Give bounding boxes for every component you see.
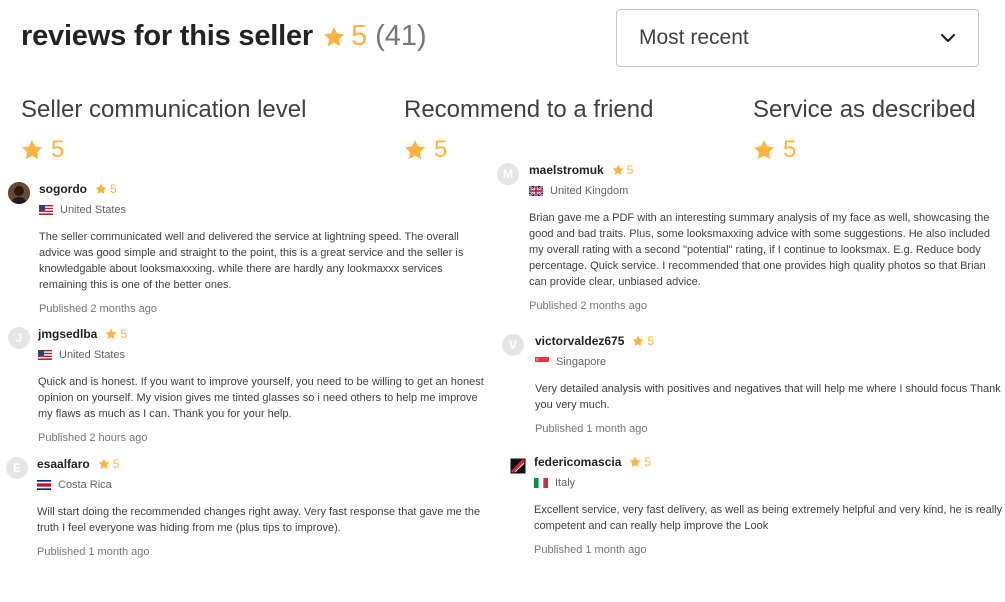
review-rating: 5: [626, 163, 634, 177]
review-rating: 5: [120, 327, 128, 341]
star-icon: [405, 140, 425, 160]
review-published: Published 1 month ago: [535, 423, 648, 435]
star-icon: [105, 328, 117, 339]
review-published: Published 2 months ago: [529, 300, 648, 312]
star-icon: [629, 456, 641, 467]
review-rating: 5: [647, 334, 655, 348]
category-rating: 5: [51, 136, 65, 163]
star-icon: [95, 183, 107, 194]
user-avatar[interactable]: J: [8, 327, 30, 349]
review-username[interactable]: sogordo: [39, 182, 87, 196]
review-header: sogordo 5: [39, 182, 488, 196]
review-country: United States: [38, 349, 488, 361]
page-title: reviews for this seller: [21, 20, 313, 52]
category-score: 5: [21, 136, 306, 164]
review-published: Published 2 hours ago: [38, 432, 148, 444]
review-header: victorvaldez675 5: [535, 334, 1005, 348]
review-country: United States: [39, 204, 488, 216]
category-rating: 5: [783, 136, 797, 163]
category-score: 5: [404, 136, 653, 164]
review-body: victorvaldez675 5 Singapore Very detaile…: [535, 334, 1005, 435]
country-name: United States: [60, 204, 127, 216]
review-text: The seller communicated well and deliver…: [39, 231, 464, 291]
sort-dropdown[interactable]: Most recent: [616, 9, 979, 67]
reviews-header: reviews for this seller 5 (41): [21, 20, 427, 53]
user-photo-icon: [8, 182, 30, 204]
user-avatar[interactable]: [8, 182, 30, 204]
chevron-down-icon: [940, 33, 956, 43]
review-text: Will start doing the recommended changes…: [37, 506, 481, 534]
user-avatar[interactable]: [507, 455, 529, 477]
category-label: Seller communication level: [21, 96, 307, 123]
review-body: jmgsedlba 5 United States Quick and is h…: [38, 327, 488, 444]
country-name: Italy: [555, 477, 576, 489]
us-flag-icon: [39, 205, 53, 215]
review-published: Published 1 month ago: [534, 544, 647, 556]
star-icon: [632, 335, 644, 346]
review-username[interactable]: jmgsedlba: [38, 327, 97, 341]
country-name: United States: [59, 349, 126, 361]
star-icon: [612, 164, 624, 175]
overall-rating: 5: [351, 20, 368, 52]
review-header: maelstromuk 5: [529, 163, 997, 177]
review-rating: 5: [112, 457, 120, 471]
star-icon: [324, 26, 344, 46]
review-username[interactable]: victorvaldez675: [535, 334, 624, 348]
review-text: Very detailed analysis with positives an…: [535, 383, 1001, 411]
star-icon: [754, 140, 774, 160]
review-username[interactable]: maelstromuk: [529, 163, 604, 177]
review-count: (41): [375, 20, 427, 52]
category-score: 5: [753, 136, 976, 164]
category-rating: 5: [434, 136, 448, 163]
country-name: Singapore: [556, 356, 607, 368]
user-avatar[interactable]: M: [497, 163, 519, 185]
review-header: esaalfaro 5: [37, 457, 488, 471]
review-text: Excellent service, very fast delivery, a…: [534, 504, 1003, 532]
review-country: Costa Rica: [37, 479, 488, 491]
review-published: Published 1 month ago: [37, 546, 150, 558]
star-icon: [98, 458, 110, 469]
sort-selected-value: Most recent: [639, 26, 749, 49]
review-country: Singapore: [535, 356, 1005, 368]
category-communication: Seller communication level 5: [21, 96, 306, 164]
review-body: sogordo 5 United States The seller commu…: [39, 182, 488, 315]
uk-flag-icon: [529, 186, 543, 196]
review-header: federicomascia 5: [534, 455, 1004, 469]
review-rating: 5: [644, 455, 652, 469]
review-published: Published 2 months ago: [39, 303, 158, 315]
category-recommend: Recommend to a friend 5: [404, 96, 653, 164]
review-header: jmgsedlba 5: [38, 327, 488, 341]
sg-flag-icon: [535, 357, 549, 367]
user-avatar[interactable]: V: [502, 334, 524, 356]
country-name: United Kingdom: [550, 185, 629, 197]
review-text: Brian gave me a PDF with an interesting …: [529, 212, 991, 288]
review-body: esaalfaro 5 Costa Rica Will start doing …: [37, 457, 488, 558]
review-country: United Kingdom: [529, 185, 997, 197]
country-name: Costa Rica: [58, 479, 112, 491]
review-body: federicomascia 5 Italy Excellent service…: [534, 455, 1004, 556]
category-label: Service as described: [753, 96, 976, 123]
cr-flag-icon: [37, 480, 51, 490]
category-label: Recommend to a friend: [404, 96, 654, 123]
brand-logo-icon: [510, 458, 526, 474]
review-text: Quick and is honest. If you want to impr…: [38, 376, 484, 420]
review-username[interactable]: esaalfaro: [37, 457, 90, 471]
review-username[interactable]: federicomascia: [534, 455, 621, 469]
it-flag-icon: [534, 478, 548, 488]
review-body: maelstromuk 5 United Kingdom Brian gave …: [529, 163, 997, 312]
review-country: Italy: [534, 477, 1004, 489]
category-service: Service as described 5: [753, 96, 976, 164]
star-icon: [22, 140, 42, 160]
review-rating: 5: [110, 182, 117, 196]
user-avatar[interactable]: E: [6, 457, 28, 479]
us-flag-icon: [38, 350, 52, 360]
